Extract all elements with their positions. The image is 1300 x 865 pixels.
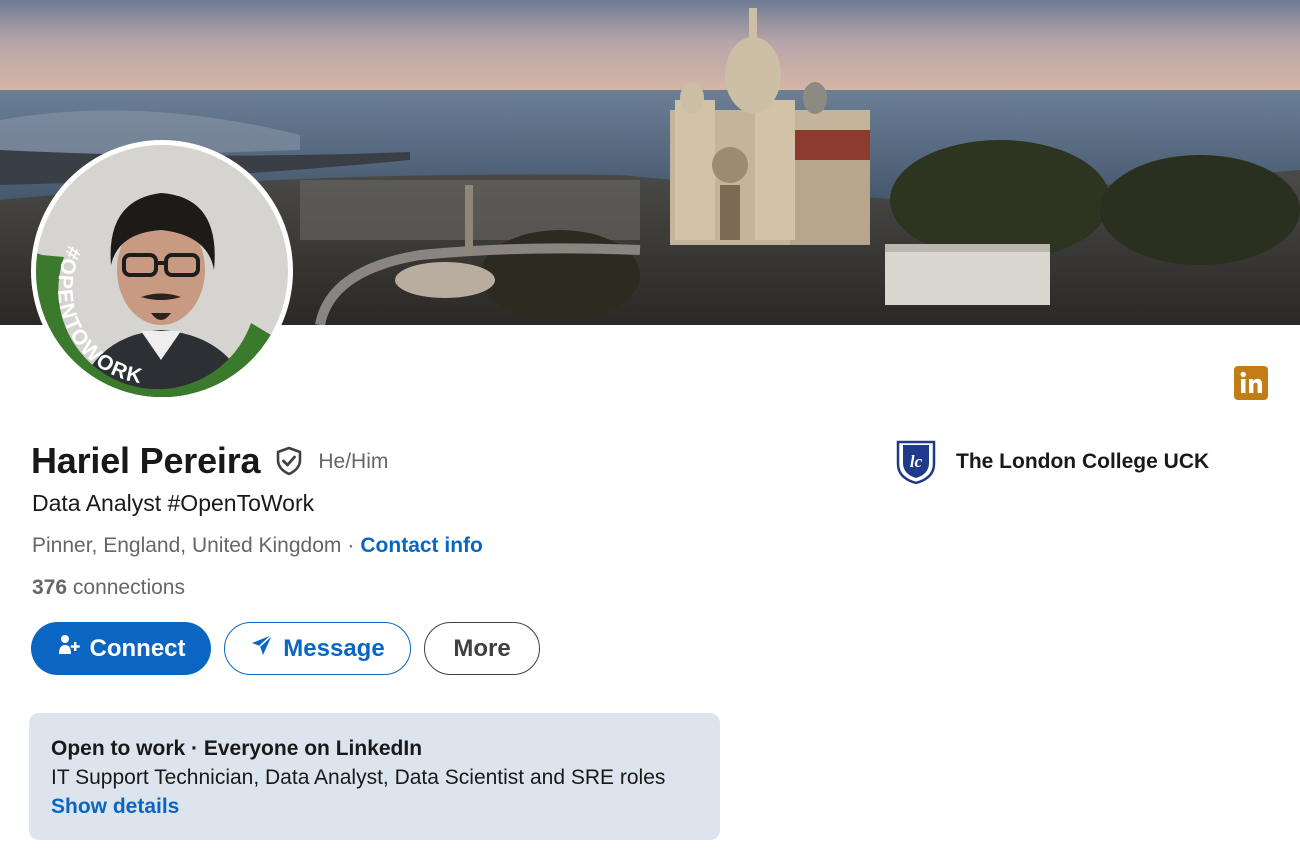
pronouns: He/Him <box>318 450 389 473</box>
connect-button[interactable]: Connect <box>31 622 211 675</box>
location-text: Pinner, England, United Kingdom <box>32 534 342 557</box>
education-item[interactable]: lc The London College UCK <box>896 440 1210 485</box>
open-to-work-card: Open to work · Everyone on LinkedIn IT S… <box>29 713 720 840</box>
separator: · <box>347 534 355 557</box>
shield-check-icon[interactable] <box>274 446 304 476</box>
connections-number: 376 <box>32 576 68 599</box>
person-add-icon <box>57 633 81 664</box>
send-icon <box>250 633 274 664</box>
profile-name: Hariel Pereira <box>31 440 261 481</box>
profile-page: #OPENTOWORK Hariel Pereira He/Him Data A… <box>0 0 1300 865</box>
name-row: Hariel Pereira He/Him <box>31 440 388 482</box>
school-logo: lc <box>896 440 936 485</box>
more-label: More <box>453 634 511 662</box>
profile-headline: Data Analyst #OpenToWork <box>32 490 315 516</box>
school-name: The London College UCK <box>956 450 1210 473</box>
message-label: Message <box>283 634 385 662</box>
location-row: Pinner, England, United Kingdom · Contact … <box>32 534 483 558</box>
linkedin-icon <box>1234 366 1268 400</box>
contact-info-link[interactable]: Contact info <box>360 534 482 557</box>
show-details-link[interactable]: Show details <box>51 792 698 821</box>
more-button[interactable]: More <box>424 622 540 675</box>
connections-label: connections <box>72 576 185 599</box>
profile-avatar[interactable]: #OPENTOWORK <box>31 140 293 402</box>
connections-count[interactable]: 376 connections <box>32 576 185 600</box>
connect-label: Connect <box>89 634 186 662</box>
svg-text:lc: lc <box>910 452 923 471</box>
message-button[interactable]: Message <box>224 622 411 675</box>
open-to-work-title: Open to work · Everyone on LinkedIn <box>51 737 423 760</box>
open-to-work-roles: IT Support Technician, Data Analyst, Dat… <box>51 766 666 789</box>
